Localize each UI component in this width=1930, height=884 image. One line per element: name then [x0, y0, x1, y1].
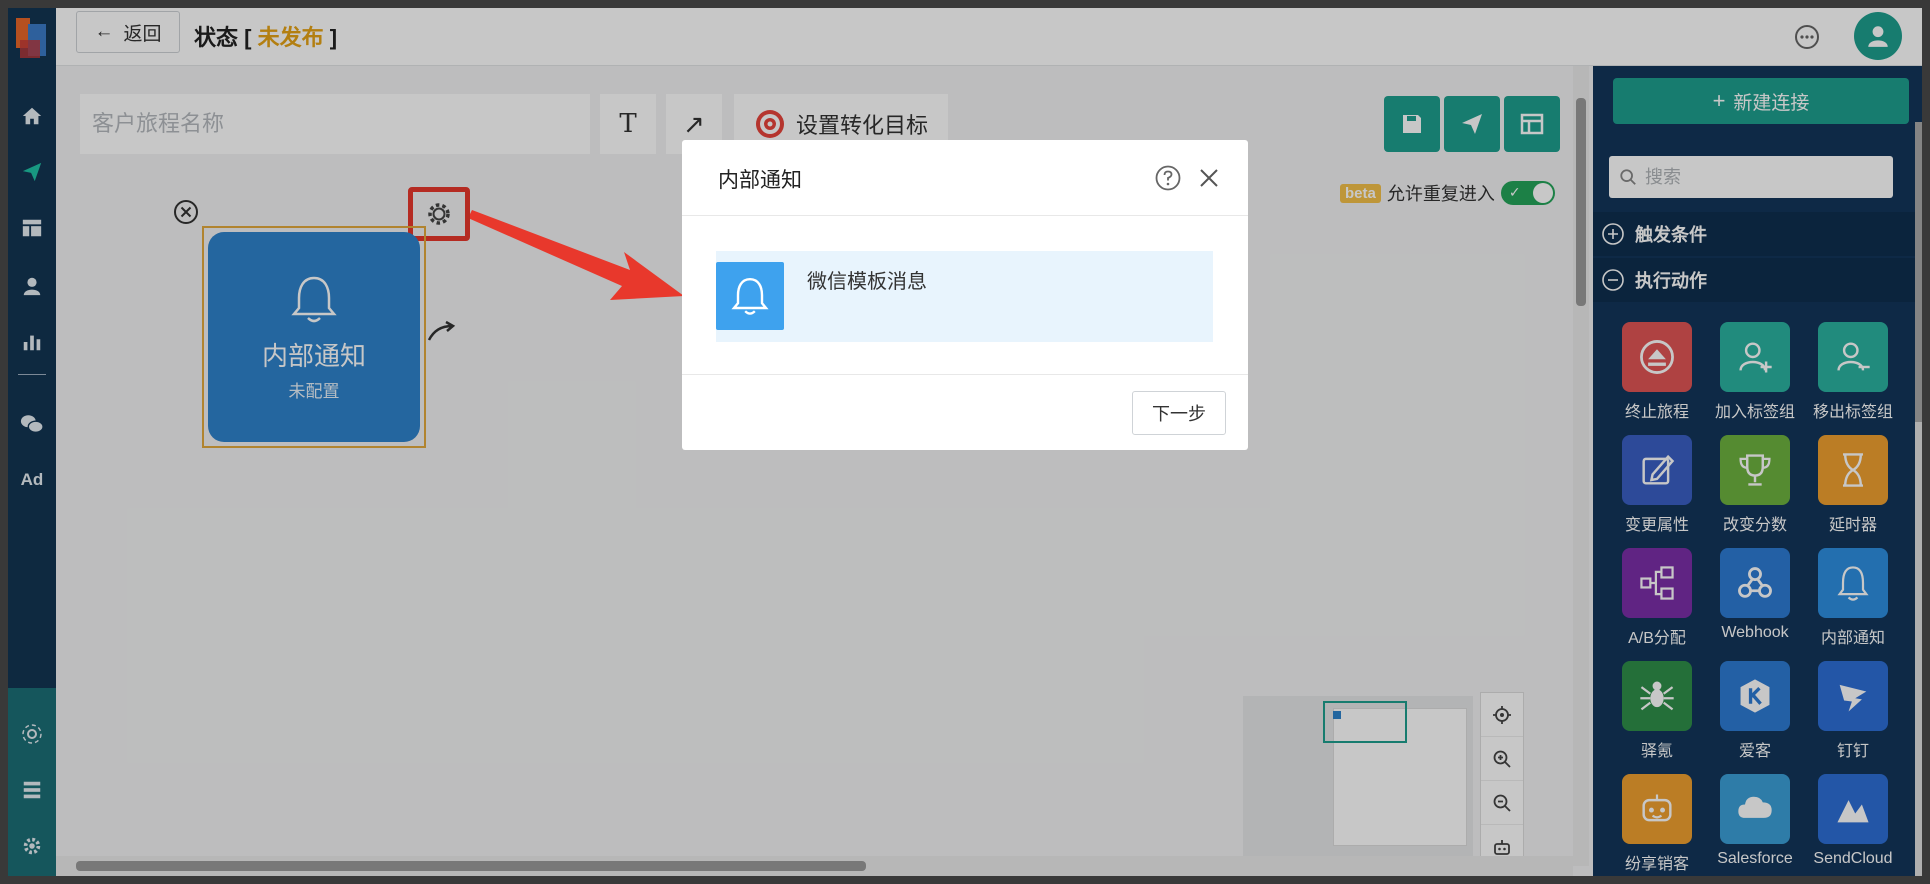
wechat-template-option[interactable]: 微信模板消息	[716, 251, 1213, 342]
next-step-button[interactable]: 下一步	[1132, 391, 1226, 435]
modal-footer: 下一步	[682, 374, 1248, 450]
modal-title: 内部通知	[718, 169, 802, 192]
internal-notice-modal: 内部通知 微信模板消息 下一步	[682, 140, 1248, 450]
bell-icon	[716, 262, 784, 330]
option-label: 微信模板消息	[807, 271, 927, 293]
annotation-arrow	[470, 210, 684, 300]
help-icon[interactable]	[1154, 164, 1182, 192]
close-icon[interactable]	[1196, 165, 1222, 191]
modal-header: 内部通知	[682, 140, 1248, 216]
